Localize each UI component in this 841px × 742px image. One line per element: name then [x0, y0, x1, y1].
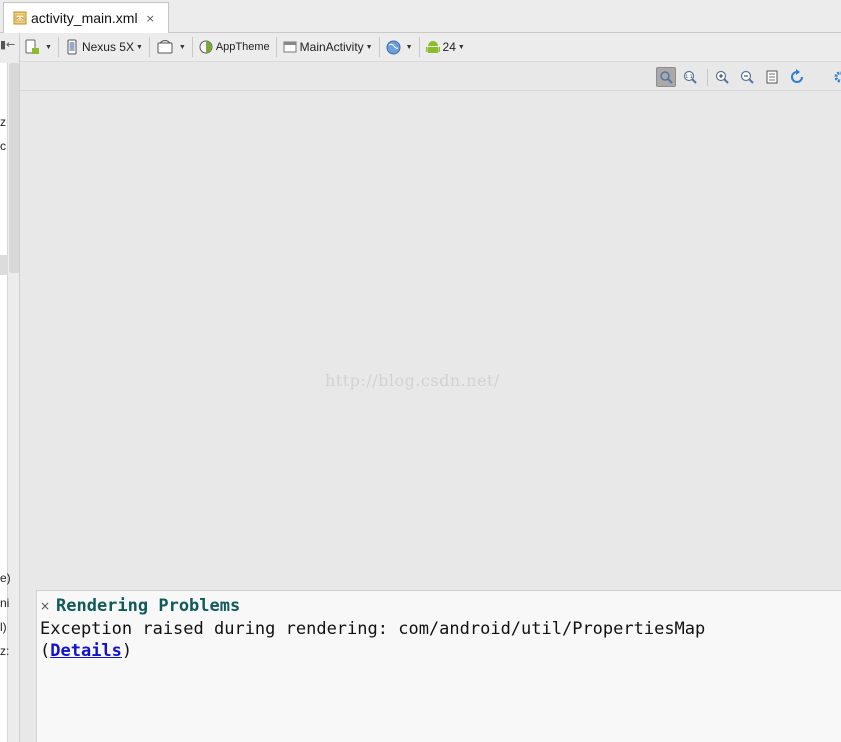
chevron-down-icon: ▼: [405, 43, 413, 51]
palette-text-fragment: z: [0, 115, 6, 129]
details-open-paren: (: [40, 641, 51, 661]
problems-header: × Rendering Problems: [40, 596, 841, 616]
tab-label: activity_main.xml: [31, 10, 138, 26]
left-panel-gutter: ▮← z c e) ni l) z:: [0, 33, 20, 742]
zoom-out-icon: [740, 70, 754, 84]
gear-icon: [834, 71, 841, 83]
zoom-actual-icon: 1:1: [683, 70, 697, 84]
rotate-device-icon: [157, 40, 173, 54]
design-surface-dropdown[interactable]: ▼: [20, 36, 56, 58]
palette-text-fragment: c: [0, 139, 6, 153]
component-tree-fragment: ni: [0, 596, 10, 610]
zoom-in-button[interactable]: [712, 67, 732, 87]
theme-label: AppTheme: [215, 41, 270, 53]
theme-icon: [199, 40, 213, 54]
chevron-down-icon: ▼: [365, 43, 373, 51]
globe-icon: [386, 40, 401, 54]
close-tab-icon[interactable]: ×: [146, 12, 155, 25]
layout-editor: <> activity_main.xml × ▮← z c e) ni l) z…: [0, 0, 841, 742]
theme-button[interactable]: AppTheme: [195, 36, 274, 58]
toolbar-separator: [148, 37, 150, 57]
toolbar-separator: [191, 37, 193, 57]
layout-toolbar: ▼ Nexus 5X ▼ ▼ AppTheme MainActivity ▼ ▼…: [20, 33, 841, 62]
details-close-paren: ): [121, 641, 133, 661]
editor-tab-strip: <> activity_main.xml ×: [0, 0, 841, 33]
close-icon[interactable]: ×: [40, 599, 56, 613]
svg-text:<>: <>: [16, 16, 24, 22]
device-label: Nexus 5X: [81, 40, 134, 54]
orientation-dropdown[interactable]: ▼: [152, 36, 190, 58]
settings-button[interactable]: [828, 67, 841, 87]
zoom-toolbar: 1:1: [20, 62, 841, 91]
watermark-text: http://blog.csdn.net/: [325, 371, 500, 390]
design-canvas[interactable]: http://blog.csdn.net/: [20, 91, 841, 590]
palette-scrollbar[interactable]: [9, 63, 19, 273]
palette-selected-row: [0, 255, 8, 275]
api-level-label: 24: [442, 40, 456, 54]
component-tree-fragment: l): [0, 620, 7, 634]
problems-message: Exception raised during rendering: com/a…: [40, 619, 706, 639]
component-tree-fragment: z:: [0, 644, 10, 658]
device-dropdown[interactable]: Nexus 5X ▼: [61, 36, 147, 58]
details-line: (Details): [40, 641, 841, 661]
chevron-down-icon: ▼: [45, 43, 52, 51]
device-icon: [67, 39, 77, 55]
toolbar-separator: [57, 37, 59, 57]
svg-text:1:1: 1:1: [685, 74, 692, 80]
zoom-fit-icon: [660, 71, 673, 84]
chevron-down-icon: ▼: [135, 43, 143, 51]
problems-title: Rendering Problems: [56, 596, 241, 616]
refresh-button[interactable]: [787, 67, 807, 87]
xml-file-icon: <>: [13, 11, 27, 25]
rendering-problems-panel: × Rendering Problems Exception raised du…: [36, 590, 841, 742]
component-tree-fragment: e): [0, 571, 11, 585]
locale-dropdown[interactable]: ▼: [382, 36, 417, 58]
toolbar-separator: [378, 37, 380, 57]
chevron-down-icon: ▼: [457, 43, 465, 51]
zoom-actual-size-button[interactable]: 1:1: [680, 67, 700, 87]
palette-panel-edge: [0, 63, 8, 742]
zoom-to-fit-button[interactable]: [656, 67, 676, 87]
android-icon: [425, 41, 440, 53]
toolbar-separator: [418, 37, 420, 57]
page-icon: [766, 70, 778, 84]
tab-activity-main[interactable]: <> activity_main.xml ×: [3, 2, 169, 33]
activity-dropdown[interactable]: MainActivity ▼: [279, 36, 377, 58]
toolbar-separator: [707, 69, 708, 86]
collapse-arrow-icon[interactable]: ▮←: [0, 38, 15, 51]
api-level-dropdown[interactable]: 24 ▼: [422, 36, 469, 58]
zoom-in-icon: [715, 70, 729, 84]
toolbar-separator: [275, 37, 277, 57]
activity-label: MainActivity: [299, 40, 364, 54]
phone-android-icon: [25, 39, 39, 54]
details-link[interactable]: Details: [50, 641, 122, 661]
activity-icon: [283, 41, 297, 53]
zoom-out-button[interactable]: [737, 67, 757, 87]
layout-page-button[interactable]: [762, 67, 782, 87]
refresh-icon: [791, 69, 803, 83]
chevron-down-icon: ▼: [178, 43, 186, 51]
